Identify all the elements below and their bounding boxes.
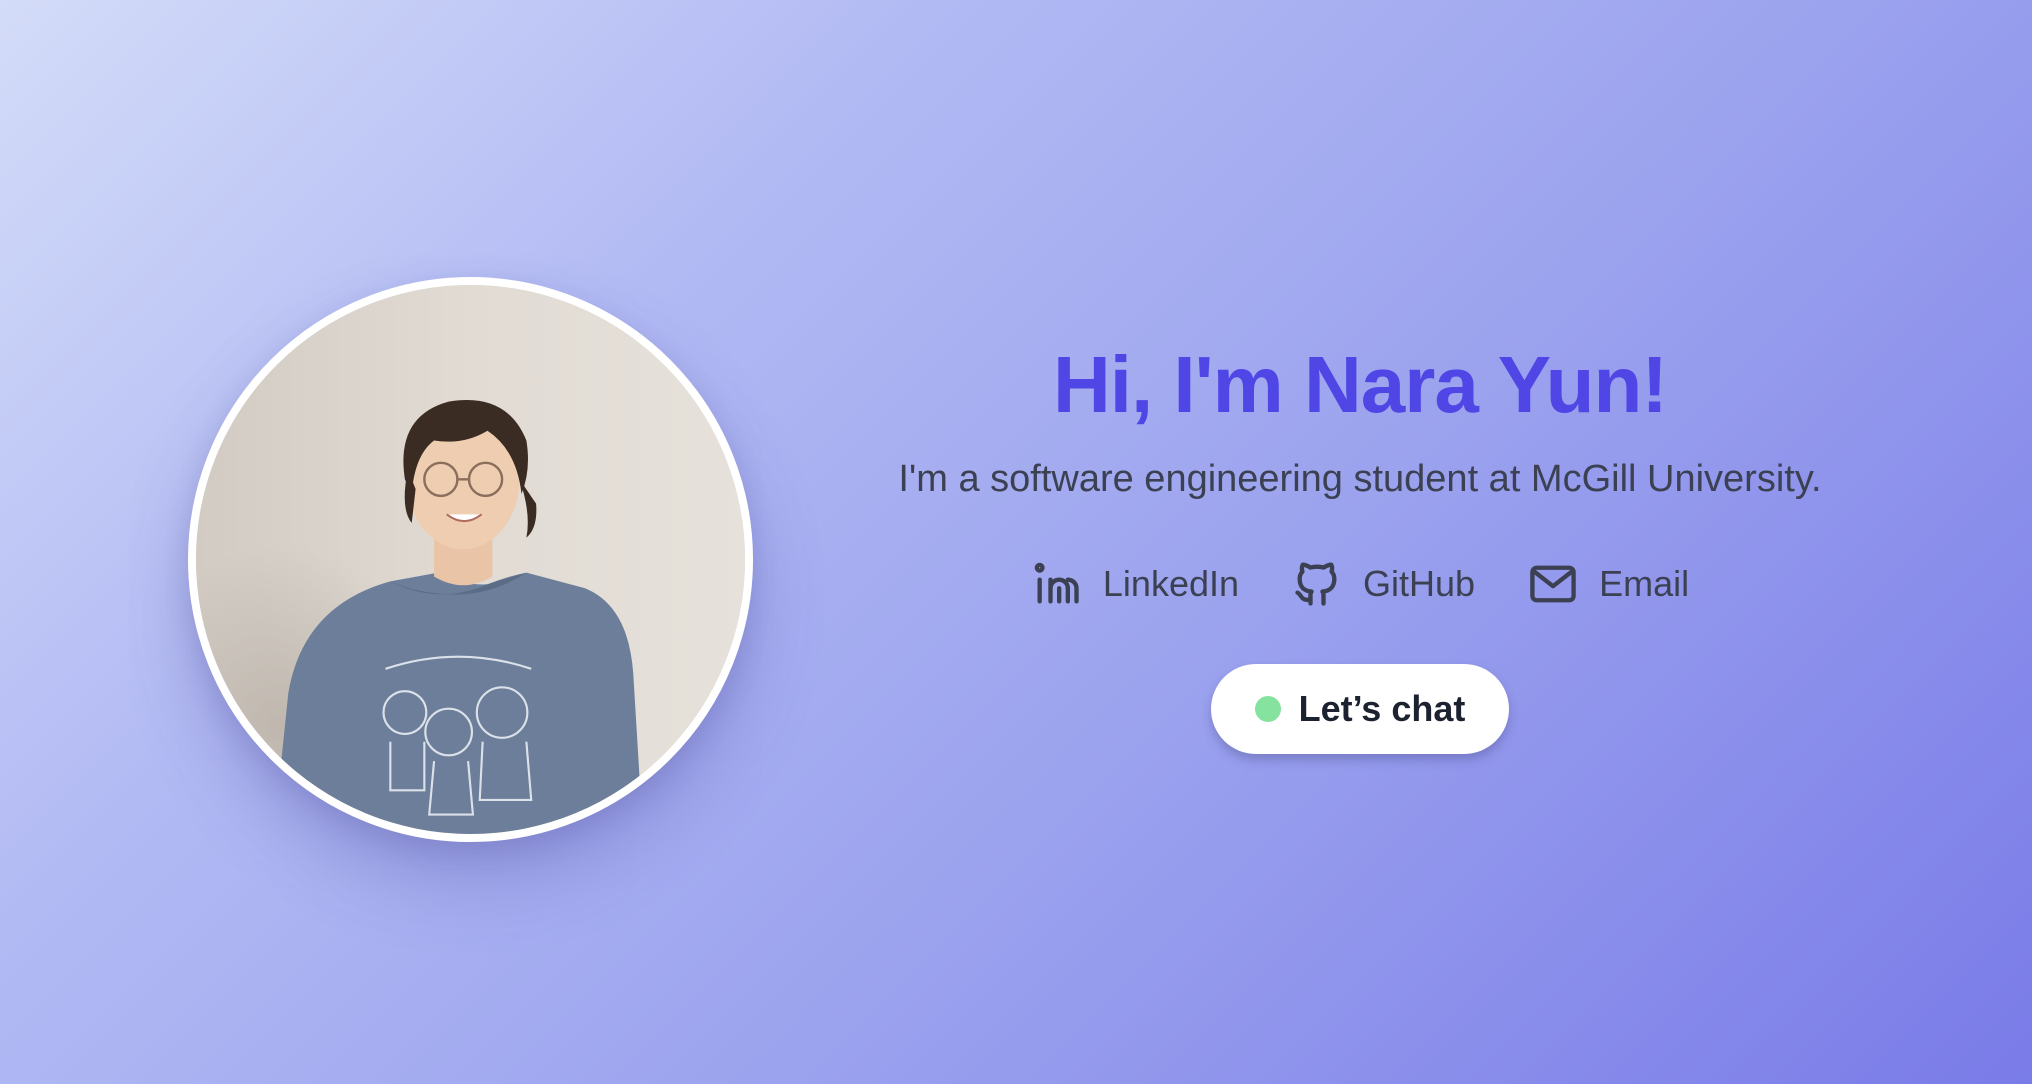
github-label: GitHub xyxy=(1363,563,1476,604)
intro-content: Hi, I'm Nara Yun! I'm a software enginee… xyxy=(860,330,1860,754)
github-icon xyxy=(1291,558,1343,610)
page-title: Hi, I'm Nara Yun! xyxy=(1052,340,1668,429)
linkedin-link[interactable]: LinkedIn xyxy=(1031,558,1239,610)
linkedin-icon xyxy=(1031,558,1083,610)
lets-chat-label: Let’s chat xyxy=(1298,688,1466,729)
github-link[interactable]: GitHub xyxy=(1291,558,1475,610)
mail-icon xyxy=(1527,558,1579,610)
email-link[interactable]: Email xyxy=(1527,558,1689,610)
status-dot xyxy=(1254,696,1281,722)
hero-section: Hi, I'm Nara Yun! I'm a software enginee… xyxy=(0,0,2032,1084)
profile-photo xyxy=(188,277,753,842)
portrait-illustration xyxy=(196,285,745,834)
page-subtitle: I'm a software engineering student at Mc… xyxy=(898,458,1822,500)
social-links: LinkedIn GitHub Email xyxy=(1031,558,1689,610)
lets-chat-button[interactable]: Let’s chat xyxy=(1210,664,1510,754)
email-label: Email xyxy=(1599,563,1690,604)
linkedin-label: LinkedIn xyxy=(1102,563,1240,604)
